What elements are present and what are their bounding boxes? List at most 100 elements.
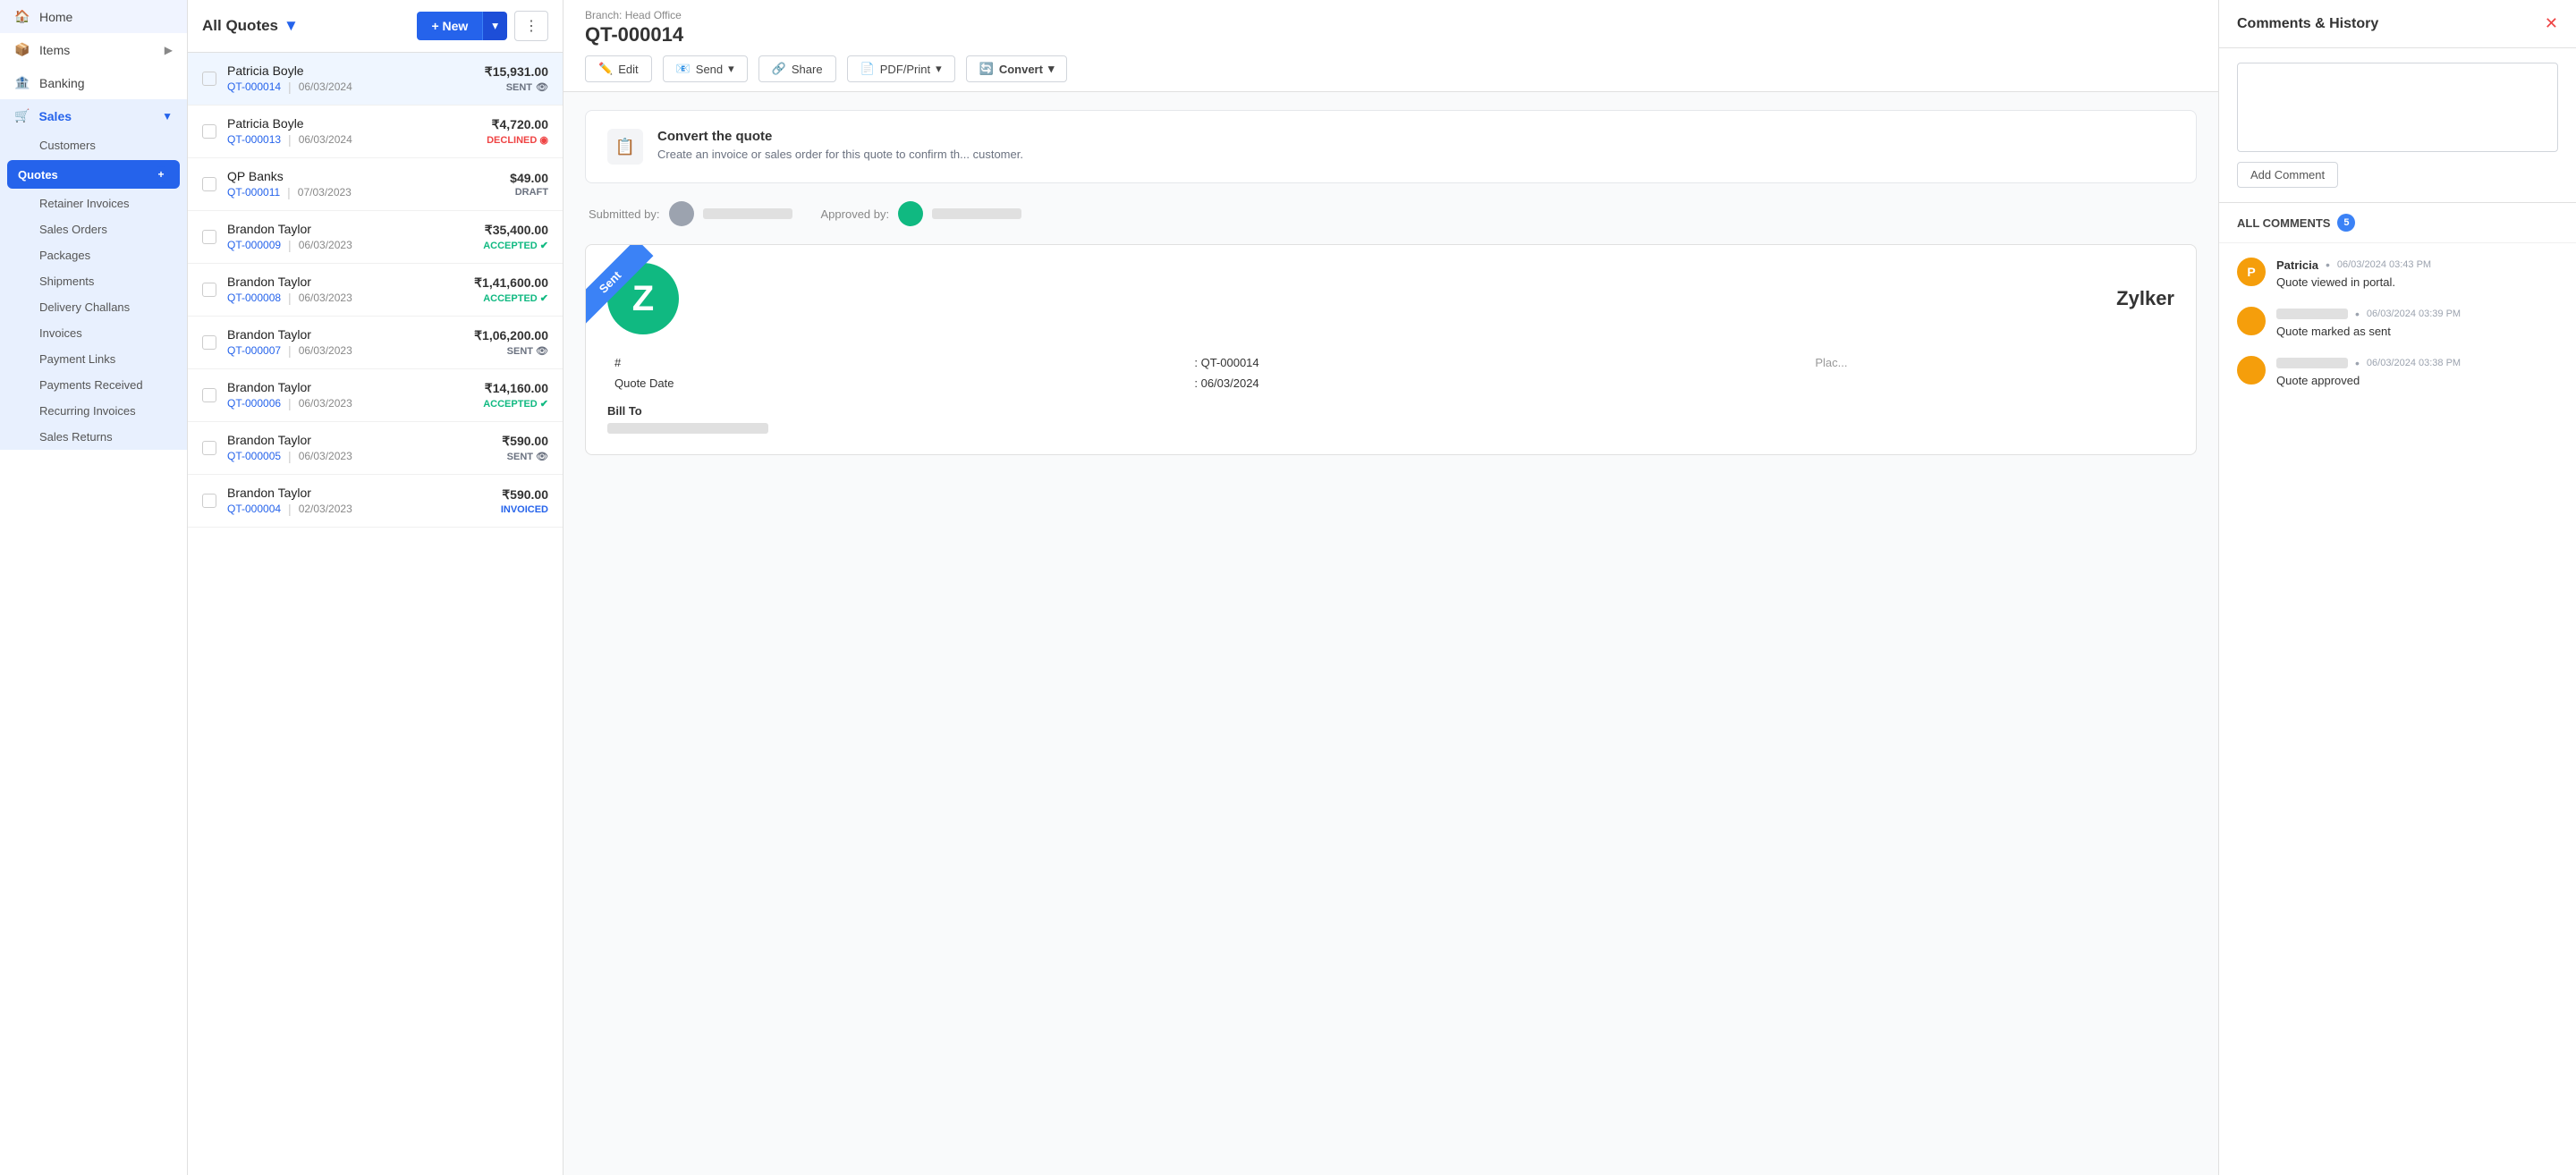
quote-customer-name: Brandon Taylor [227, 275, 463, 289]
comment-time: 06/03/2024 03:39 PM [2367, 309, 2461, 319]
page-title: QT-000014 [585, 23, 2197, 46]
quote-customer-name: Patricia Boyle [227, 116, 476, 131]
add-quote-icon[interactable]: + [153, 166, 169, 182]
bill-to-name [607, 423, 768, 434]
sidebar-item-sales-returns[interactable]: Sales Returns [0, 424, 187, 450]
table-row[interactable]: Brandon Taylor QT-000008 | 06/03/2023 ₹1… [188, 264, 563, 317]
row-checkbox[interactable] [202, 124, 216, 139]
quote-status: ACCEPTED ✔ [474, 292, 548, 304]
sidebar-sales-label: Sales [38, 109, 72, 123]
convert-dropdown-icon: ▾ [1048, 62, 1055, 76]
table-row[interactable]: Brandon Taylor QT-000009 | 06/03/2023 ₹3… [188, 211, 563, 264]
preview-details: # : QT-000014 Plac... Quote Date : 06/03… [586, 352, 2196, 454]
quote-id[interactable]: QT-000008 [227, 292, 281, 304]
quote-amount: ₹1,06,200.00 SENT 👁 [474, 328, 548, 357]
quote-amount-value: ₹590.00 [502, 434, 548, 449]
comment-text: Quote viewed in portal. [2276, 275, 2558, 289]
quote-amount-value: ₹15,931.00 [485, 64, 548, 80]
quote-amount-value: ₹590.00 [501, 487, 548, 503]
row-checkbox[interactable] [202, 283, 216, 297]
table-row[interactable]: Patricia Boyle QT-000013 | 06/03/2024 ₹4… [188, 106, 563, 158]
sidebar-item-delivery-challans[interactable]: Delivery Challans [0, 294, 187, 320]
sent-ribbon-label: Sent [586, 245, 653, 325]
share-button[interactable]: 🔗 Share [758, 55, 836, 82]
table-row[interactable]: Brandon Taylor QT-000006 | 06/03/2023 ₹1… [188, 369, 563, 422]
edit-button[interactable]: ✏️ Edit [585, 55, 652, 82]
sidebar-item-retainer-invoices[interactable]: Retainer Invoices [0, 190, 187, 216]
pdf-print-button[interactable]: 📄 PDF/Print ▾ [847, 55, 955, 82]
sales-icon: 🛒 [14, 108, 30, 123]
comment-textarea[interactable] [2237, 63, 2558, 152]
quote-id[interactable]: QT-000014 [227, 80, 281, 93]
sidebar-item-shipments[interactable]: Shipments [0, 268, 187, 294]
row-checkbox[interactable] [202, 441, 216, 455]
sidebar-item-items[interactable]: 📦 Items ▶ [0, 33, 187, 66]
quote-id[interactable]: QT-000006 [227, 397, 281, 410]
edit-icon: ✏️ [598, 62, 613, 76]
table-row[interactable]: Brandon Taylor QT-000004 | 02/03/2023 ₹5… [188, 475, 563, 528]
avatar: P [2237, 258, 2266, 286]
sidebar-item-sales-orders[interactable]: Sales Orders [0, 216, 187, 242]
all-quotes-title: All Quotes ▼ [202, 17, 299, 35]
comment-time: 06/03/2024 03:43 PM [2337, 259, 2431, 270]
quote-status: DRAFT [510, 187, 548, 198]
avatar [2237, 307, 2266, 335]
table-row[interactable]: Brandon Taylor QT-000005 | 06/03/2023 ₹5… [188, 422, 563, 475]
quote-id[interactable]: QT-000004 [227, 503, 281, 515]
new-button[interactable]: + New [417, 12, 482, 40]
chevron-right-icon: ▶ [165, 44, 173, 56]
sidebar-item-sales[interactable]: 🛒 Sales ▼ [0, 99, 187, 132]
new-button-group: + New ▾ [417, 12, 507, 40]
row-checkbox[interactable] [202, 335, 216, 350]
convert-box: 📋 Convert the quote Create an invoice or… [585, 110, 2197, 183]
comment-input-area: Add Comment [2219, 48, 2576, 203]
add-comment-button[interactable]: Add Comment [2237, 162, 2338, 188]
quote-amount: ₹14,160.00 ACCEPTED ✔ [483, 381, 548, 410]
quote-id[interactable]: QT-000009 [227, 239, 281, 251]
quote-id[interactable]: QT-000007 [227, 344, 281, 357]
send-button[interactable]: 📧 Send ▾ [663, 55, 748, 82]
dropdown-icon[interactable]: ▼ [284, 17, 299, 35]
quote-id[interactable]: QT-000013 [227, 133, 281, 146]
quote-date-label-cell: Quote Date [607, 373, 1187, 393]
row-checkbox[interactable] [202, 177, 216, 191]
quote-customer-name: Brandon Taylor [227, 486, 490, 500]
quote-date: 02/03/2023 [299, 503, 352, 515]
pdf-dropdown-icon: ▾ [936, 62, 942, 76]
table-row[interactable]: QP Banks QT-000011 | 07/03/2023 $49.00 D… [188, 158, 563, 211]
send-icon: 📧 [676, 62, 691, 76]
new-dropdown-button[interactable]: ▾ [482, 12, 507, 40]
convert-box-content: Convert the quote Create an invoice or s… [657, 129, 1023, 161]
sidebar-item-payment-links[interactable]: Payment Links [0, 346, 187, 372]
sidebar-item-invoices[interactable]: Invoices [0, 320, 187, 346]
sidebar-item-packages[interactable]: Packages [0, 242, 187, 268]
sidebar-item-quotes[interactable]: Quotes + [7, 160, 180, 189]
row-checkbox[interactable] [202, 230, 216, 244]
quote-id[interactable]: QT-000011 [227, 186, 280, 199]
list-item: • 06/03/2024 03:38 PM Quote approved [2237, 356, 2558, 387]
row-checkbox[interactable] [202, 494, 216, 508]
row-checkbox[interactable] [202, 72, 216, 86]
sidebar-item-home[interactable]: 🏠 Home [0, 0, 187, 33]
quote-info: Brandon Taylor QT-000007 | 06/03/2023 [227, 327, 463, 358]
kebab-menu-button[interactable]: ⋮ [514, 11, 548, 41]
sidebar-item-payments-received[interactable]: Payments Received [0, 372, 187, 398]
close-button[interactable]: ✕ [2545, 14, 2558, 33]
sidebar-item-customers[interactable]: Customers [0, 132, 187, 158]
convert-button[interactable]: 🔄 Convert ▾ [966, 55, 1068, 82]
table-row[interactable]: Patricia Boyle QT-000014 | 06/03/2024 ₹1… [188, 53, 563, 106]
comment-text: Quote approved [2276, 374, 2558, 387]
quote-date: 06/03/2024 [299, 133, 352, 146]
place-value-cell [1808, 373, 2174, 393]
table-row[interactable]: Brandon Taylor QT-000007 | 06/03/2023 ₹1… [188, 317, 563, 369]
quote-meta: QT-000013 | 06/03/2024 [227, 132, 476, 147]
quote-id[interactable]: QT-000005 [227, 450, 281, 462]
submitted-avatar [669, 201, 694, 226]
sidebar-item-banking[interactable]: 🏦 Banking [0, 66, 187, 99]
quote-date-value-cell: : 06/03/2024 [1187, 373, 1808, 393]
quote-date: 06/03/2023 [299, 292, 352, 304]
quote-meta: QT-000005 | 06/03/2023 [227, 449, 491, 463]
row-checkbox[interactable] [202, 388, 216, 402]
quote-info: Brandon Taylor QT-000008 | 06/03/2023 [227, 275, 463, 305]
sidebar-item-recurring-invoices[interactable]: Recurring Invoices [0, 398, 187, 424]
